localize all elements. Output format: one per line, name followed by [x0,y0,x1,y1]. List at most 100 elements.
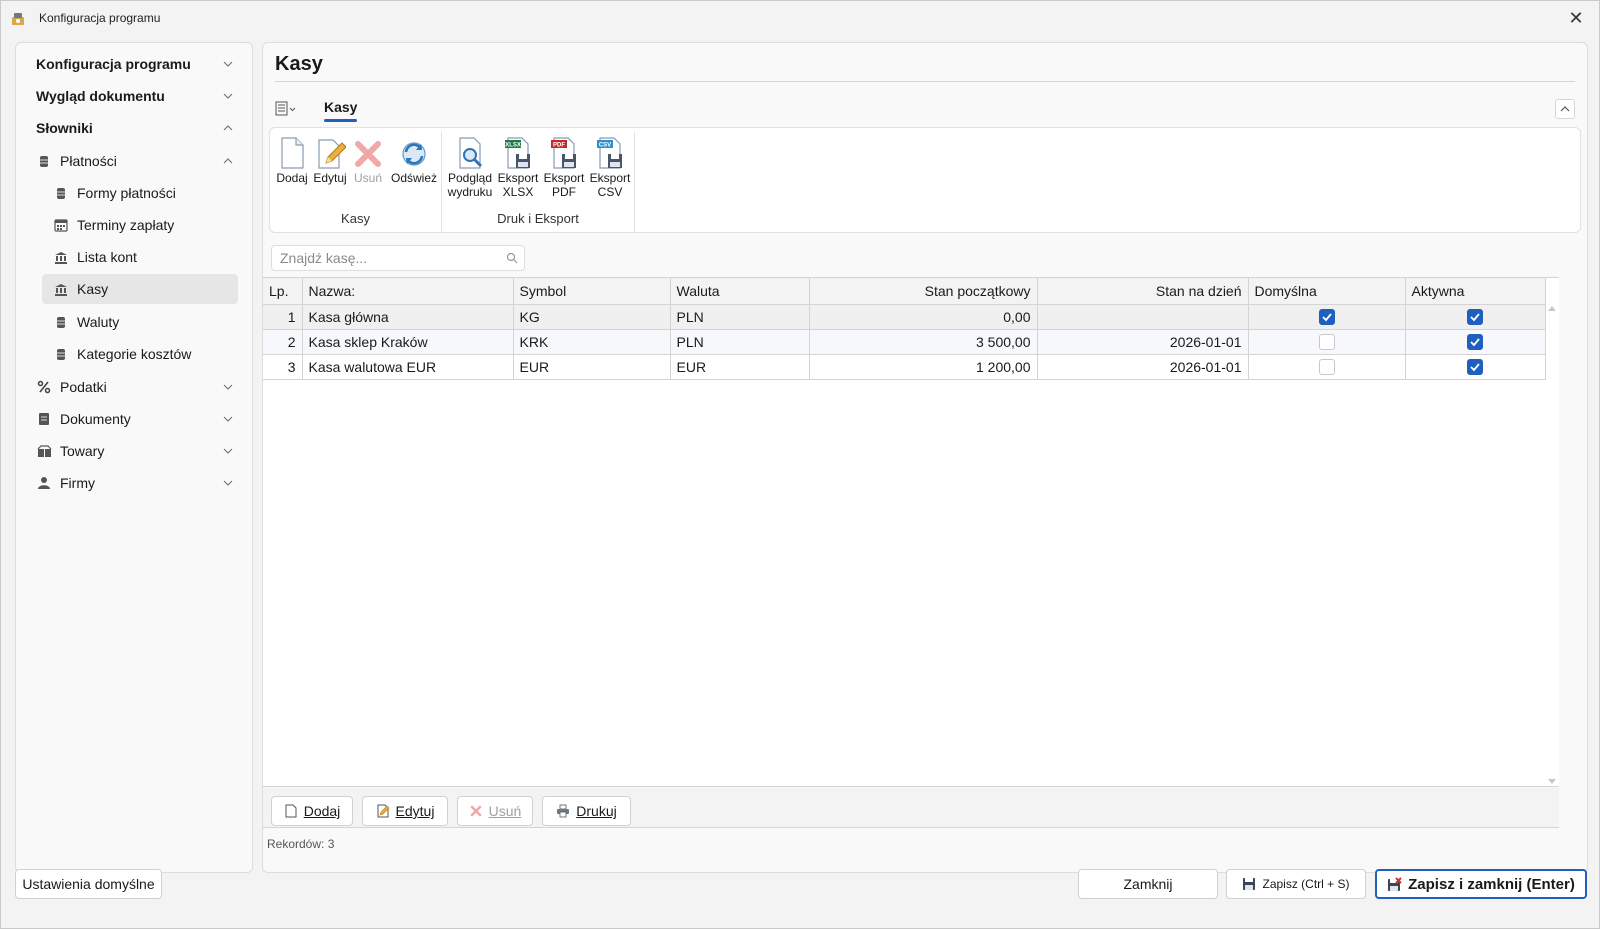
domyslna-checkbox[interactable] [1318,359,1335,376]
delete-button[interactable]: Usuń [457,796,533,826]
table-row[interactable]: 1 Kasa główna KG PLN 0,00 [263,304,1546,330]
close-window-button[interactable]: ✕ [1553,1,1599,35]
aktywna-checkbox[interactable] [1467,334,1483,351]
cell-stan-na-dzien[interactable] [1037,304,1249,330]
ribbon-button-label: Eksport CSV [589,171,631,199]
sidebar-section-label: Wygląd dokumentu [36,88,165,104]
tab-kasy[interactable]: Kasy [324,99,357,115]
restore-defaults-button[interactable]: Ustawienia domyślne [15,869,162,899]
column-header[interactable]: Waluta [670,278,810,305]
cell-nazwa[interactable]: Kasa walutowa EUR [302,354,514,380]
ribbon-edit-button[interactable]: Edytuj [311,136,349,185]
search-input[interactable] [272,246,492,270]
save-and-close-button[interactable]: Zapisz i zamknij (Enter) [1375,869,1587,899]
cell-nazwa[interactable]: Kasa sklep Kraków [302,329,514,355]
sidebar-item-kasy[interactable]: Kasy [42,274,238,304]
percent-icon [36,379,52,395]
kasy-table: Lp. Nazwa: Symbol Waluta Stan początkowy… [263,277,1559,787]
cell-stan-na-dzien[interactable]: 2026-01-01 [1037,354,1249,380]
ribbon-tab-bar: Kasy [263,91,1587,127]
ribbon-export-xlsx-button[interactable]: XLSX Eksport XLSX [496,136,540,199]
cell-nazwa[interactable]: Kasa główna [302,304,514,330]
cell-symbol[interactable]: KRK [513,329,671,355]
database-icon [53,346,69,362]
scroll-down-arrow[interactable] [1548,779,1556,784]
cell-stan-poczatkowy[interactable]: 1 200,00 [809,354,1038,380]
table-row[interactable]: 2 Kasa sklep Kraków KRK PLN 3 500,00 2026-01-… [263,329,1546,355]
chevron-up-icon [223,125,233,131]
cell-stan-na-dzien[interactable]: 2026-01-01 [1037,329,1249,355]
chevron-down-icon [223,448,233,454]
domyslna-checkbox[interactable] [1318,334,1335,351]
domyslna-checkbox[interactable] [1318,309,1335,326]
add-button[interactable]: Dodaj [271,796,353,826]
table-row[interactable]: 3 Kasa walutowa EUR EUR EUR 1 200,00 2026-01-… [263,354,1546,380]
cell-lp[interactable]: 3 [263,354,303,380]
ribbon-collapse-button[interactable] [1555,99,1575,119]
ribbon-button-label: Eksport PDF [543,171,585,199]
xlsx-tag: XLSX [505,143,521,149]
ribbon-export-pdf-button[interactable]: PDF Eksport PDF [542,136,586,199]
sidebar-item-kategorie-kosztow[interactable]: Kategorie kosztów [22,339,246,369]
cell-stan-poczatkowy[interactable]: 0,00 [809,304,1038,330]
export-pdf-icon: PDF [551,137,576,169]
sidebar-section-dictionaries[interactable]: Słowniki [22,113,246,143]
sidebar-item-label: Kasy [77,281,109,297]
ribbon-print-preview-button[interactable]: Podgląd wydruku [446,136,494,199]
scroll-up-arrow[interactable] [1548,306,1556,311]
cell-domyslna [1248,329,1406,355]
sidebar-item-firmy[interactable]: Firmy [22,468,246,498]
cell-lp[interactable]: 2 [263,329,303,355]
save-and-close-label: Zapisz i zamknij (Enter) [1408,875,1575,893]
sidebar-item-dokumenty[interactable]: Dokumenty [22,404,246,434]
sidebar-item-label: Towary [60,443,105,459]
ribbon-button-label: Edytuj [313,171,347,185]
ribbon-delete-button[interactable]: Usuń [350,136,386,185]
print-preview-icon [459,137,483,169]
column-header[interactable]: Lp. [263,278,303,305]
aktywna-checkbox[interactable] [1467,359,1483,376]
cell-waluta[interactable]: PLN [670,329,810,355]
column-header[interactable]: Stan na dzień [1037,278,1249,305]
ribbon-refresh-button[interactable]: Odśwież [390,136,438,185]
save-button[interactable]: Zapisz (Ctrl + S) [1226,869,1366,899]
column-header[interactable]: Aktywna [1405,278,1546,305]
ribbon-export-csv-button[interactable]: CSV Eksport CSV [588,136,632,199]
boxes-icon [36,443,52,459]
database-icon [36,153,52,169]
column-header[interactable]: Domyślna [1248,278,1406,305]
calendar-icon [53,217,69,233]
restore-defaults-label: Ustawienia domyślne [22,876,155,892]
cell-symbol[interactable]: EUR [513,354,671,380]
sidebar-item-terminy-zaplaty[interactable]: Terminy zapłaty [22,210,246,240]
aktywna-checkbox[interactable] [1467,309,1483,326]
print-button[interactable]: Drukuj [542,796,631,826]
cell-waluta[interactable]: PLN [670,304,810,330]
sidebar-item-waluty[interactable]: Waluty [22,307,246,337]
close-button[interactable]: Zamknij [1078,869,1218,899]
column-header[interactable]: Stan początkowy [809,278,1038,305]
vertical-scrollbar[interactable] [1545,278,1559,786]
column-header[interactable]: Nazwa: [302,278,514,305]
ribbon-add-button[interactable]: Dodaj [274,136,310,185]
column-header[interactable]: Symbol [513,278,671,305]
sidebar-section-document-look[interactable]: Wygląd dokumentu [22,81,246,111]
cell-stan-poczatkowy[interactable]: 3 500,00 [809,329,1038,355]
sidebar-item-lista-kont[interactable]: Lista kont [22,242,246,272]
edit-button[interactable]: Edytuj [362,796,448,826]
ribbon-group-label: Druk i Eksport [497,211,579,226]
cell-symbol[interactable]: KG [513,304,671,330]
cell-aktywna [1405,304,1546,330]
bank-icon [53,249,69,265]
cell-waluta[interactable]: EUR [670,354,810,380]
close-icon: ✕ [1568,7,1584,28]
new-document-icon [281,137,304,169]
sidebar-section-program-config[interactable]: Konfiguracja programu [22,49,246,79]
sidebar-item-podatki[interactable]: Podatki [22,372,246,402]
ribbon-menu-icon[interactable] [275,101,297,117]
sidebar-item-towary[interactable]: Towary [22,436,246,466]
sidebar-item-formy-platnosci[interactable]: Formy płatności [22,178,246,208]
sidebar: Konfiguracja programu Wygląd dokumentu S… [15,42,253,873]
sidebar-item-platnosci[interactable]: Płatności [22,146,246,176]
cell-lp[interactable]: 1 [263,304,303,330]
